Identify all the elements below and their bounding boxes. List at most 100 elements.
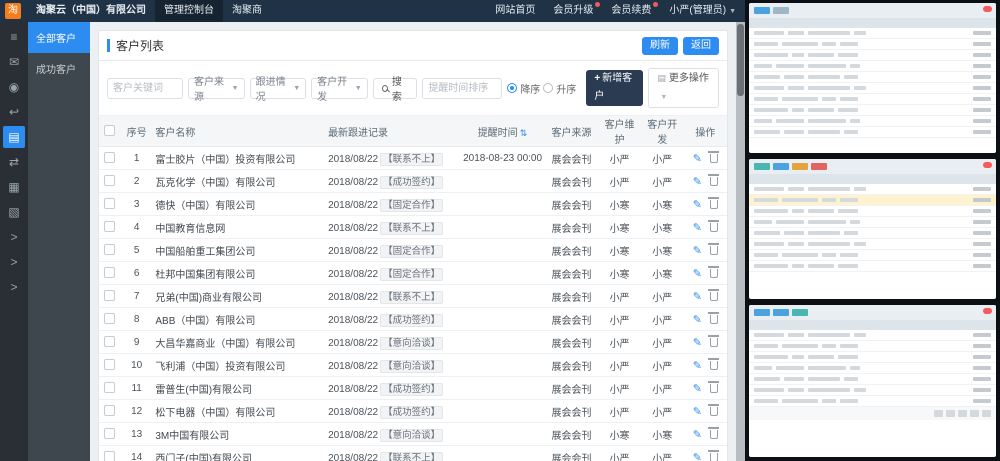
menu-member-renew[interactable]: 会员续费 xyxy=(602,0,660,22)
edit-icon[interactable]: ✎ xyxy=(693,337,702,349)
row-index: 6 xyxy=(121,262,152,285)
delete-icon[interactable] xyxy=(710,338,718,347)
sort-desc-radio[interactable] xyxy=(507,83,517,93)
user-menu[interactable]: 小严(管理员)▼ xyxy=(660,0,745,23)
row-checkbox[interactable] xyxy=(104,451,115,461)
profile-icon[interactable]: ◉ xyxy=(3,76,25,98)
customer-name[interactable]: 飞利浦（中国）投资有限公司 xyxy=(152,354,325,377)
customer-name[interactable]: ABB（中国）有限公司 xyxy=(152,308,325,331)
row-checkbox[interactable] xyxy=(104,428,115,439)
row-checkbox[interactable] xyxy=(104,382,115,393)
row-checkbox[interactable] xyxy=(104,336,115,347)
delete-icon[interactable] xyxy=(710,430,718,439)
customer-table-body: 1富士胶片（中国）投资有限公司2018/08/22【联系不上】2018-08-2… xyxy=(99,147,727,461)
toolbar-chip xyxy=(773,7,789,14)
delete-icon[interactable] xyxy=(710,200,718,209)
delete-icon[interactable] xyxy=(710,223,718,232)
customer-name[interactable]: 瓦克化学（中国）有限公司 xyxy=(152,170,325,193)
row-checkbox[interactable] xyxy=(104,244,115,255)
delete-icon[interactable] xyxy=(710,315,718,324)
preview-thumbnail[interactable] xyxy=(749,159,996,299)
edit-icon[interactable]: ✎ xyxy=(693,291,702,303)
edit-icon[interactable]: ✎ xyxy=(693,314,702,326)
row-checkbox[interactable] xyxy=(104,221,115,232)
sidebar-item-all-customers[interactable]: 全部客户 xyxy=(28,22,90,53)
select-all-checkbox[interactable] xyxy=(104,125,115,136)
customer-name[interactable]: 松下电器（中国）有限公司 xyxy=(152,400,325,423)
row-checkbox[interactable] xyxy=(104,152,115,163)
delete-icon[interactable] xyxy=(710,269,718,278)
develop-select[interactable]: 客户开发▼ xyxy=(311,78,368,99)
latest-record: 2018/08/22【固定合作】 xyxy=(325,239,460,262)
refresh-button[interactable]: 刷新 xyxy=(642,37,678,55)
delete-icon[interactable] xyxy=(710,154,718,163)
menu-admin-console[interactable]: 管理控制台 xyxy=(155,0,223,22)
customer-name[interactable]: 雷普生(中国)有限公司 xyxy=(152,377,325,400)
customer-name[interactable]: 3M中国有限公司 xyxy=(152,423,325,446)
customer-name[interactable]: 西门子(中国)有限公司 xyxy=(152,446,325,461)
edit-icon[interactable]: ✎ xyxy=(693,406,702,418)
menu-site-home[interactable]: 网站首页 xyxy=(486,0,544,22)
sort-asc-radio[interactable] xyxy=(543,83,553,93)
recycle-icon[interactable]: ▦ xyxy=(3,176,25,198)
row-checkbox[interactable] xyxy=(104,313,115,324)
delete-icon[interactable] xyxy=(710,361,718,370)
follow-status-tag: 【意向洽谈】 xyxy=(380,429,443,442)
row-checkbox[interactable] xyxy=(104,198,115,209)
transfer-icon[interactable]: ⇄ xyxy=(3,151,25,173)
customer-name[interactable]: 富士胶片（中国）投资有限公司 xyxy=(152,147,325,170)
row-checkbox[interactable] xyxy=(104,175,115,186)
report-icon[interactable]: ▧ xyxy=(3,201,25,223)
preview-thumbnail[interactable] xyxy=(749,305,996,457)
delete-icon[interactable] xyxy=(710,292,718,301)
customer-name[interactable]: 大昌华嘉商业（中国）有限公司 xyxy=(152,331,325,354)
sidebar-item-success-customers[interactable]: 成功客户 xyxy=(28,53,90,84)
edit-icon[interactable]: ✎ xyxy=(693,153,702,165)
edit-icon[interactable]: ✎ xyxy=(693,199,702,211)
delete-icon[interactable] xyxy=(710,407,718,416)
keyword-input[interactable] xyxy=(107,78,183,99)
remind-sort-input[interactable] xyxy=(422,78,502,99)
menu-member-upgrade[interactable]: 会员升级 xyxy=(544,0,602,22)
row-checkbox[interactable] xyxy=(104,267,115,278)
edit-icon[interactable]: ✎ xyxy=(693,176,702,188)
more-actions-button[interactable]: ▤更多操作▼ xyxy=(648,68,719,108)
edit-icon[interactable]: ✎ xyxy=(693,429,702,441)
logout-icon[interactable]: ↩ xyxy=(3,101,25,123)
message-icon[interactable]: ✉ xyxy=(3,51,25,73)
customer-name[interactable]: 中国教育信息网 xyxy=(152,216,325,239)
chevron-right-icon[interactable]: > xyxy=(3,226,25,248)
preview-thumbnail[interactable] xyxy=(749,3,996,153)
edit-icon[interactable]: ✎ xyxy=(693,360,702,372)
delete-icon[interactable] xyxy=(710,246,718,255)
row-checkbox[interactable] xyxy=(104,359,115,370)
delete-icon[interactable] xyxy=(710,453,718,461)
edit-icon[interactable]: ✎ xyxy=(693,268,702,280)
edit-icon[interactable]: ✎ xyxy=(693,245,702,257)
add-customer-button[interactable]: +新增客户 xyxy=(586,70,643,106)
delete-icon[interactable] xyxy=(710,384,718,393)
chevron-right-icon[interactable]: > xyxy=(3,276,25,298)
customer-name[interactable]: 中国船舶重工集团公司 xyxy=(152,239,325,262)
edit-icon[interactable]: ✎ xyxy=(693,383,702,395)
customer-name[interactable]: 兄弟(中国)商业有限公司 xyxy=(152,285,325,308)
customer-name[interactable]: 德快（中国）有限公司 xyxy=(152,193,325,216)
scrollbar-thumb[interactable] xyxy=(737,24,744,96)
edit-icon[interactable]: ✎ xyxy=(693,222,702,234)
search-button[interactable]: 搜索 xyxy=(373,78,418,99)
row-checkbox[interactable] xyxy=(104,405,115,416)
col-remind-time[interactable]: 提醒时间⇅ xyxy=(460,116,545,147)
row-checkbox[interactable] xyxy=(104,290,115,301)
vertical-scrollbar[interactable] xyxy=(736,22,745,461)
customer-list-icon[interactable]: ▤ xyxy=(3,126,25,148)
follow-select[interactable]: 跟进情况▼ xyxy=(250,78,307,99)
edit-icon[interactable]: ✎ xyxy=(693,452,702,461)
back-button[interactable]: 返回 xyxy=(683,37,719,55)
menu-icon[interactable]: ≡ xyxy=(3,26,25,48)
delete-icon[interactable] xyxy=(710,177,718,186)
menu-member-upgrade-label: 会员升级 xyxy=(553,5,593,16)
customer-name[interactable]: 杜邦中国集团有限公司 xyxy=(152,262,325,285)
source-select[interactable]: 客户来源▼ xyxy=(188,78,245,99)
menu-taojushang[interactable]: 淘聚商 xyxy=(223,0,271,22)
chevron-right-icon[interactable]: > xyxy=(3,251,25,273)
